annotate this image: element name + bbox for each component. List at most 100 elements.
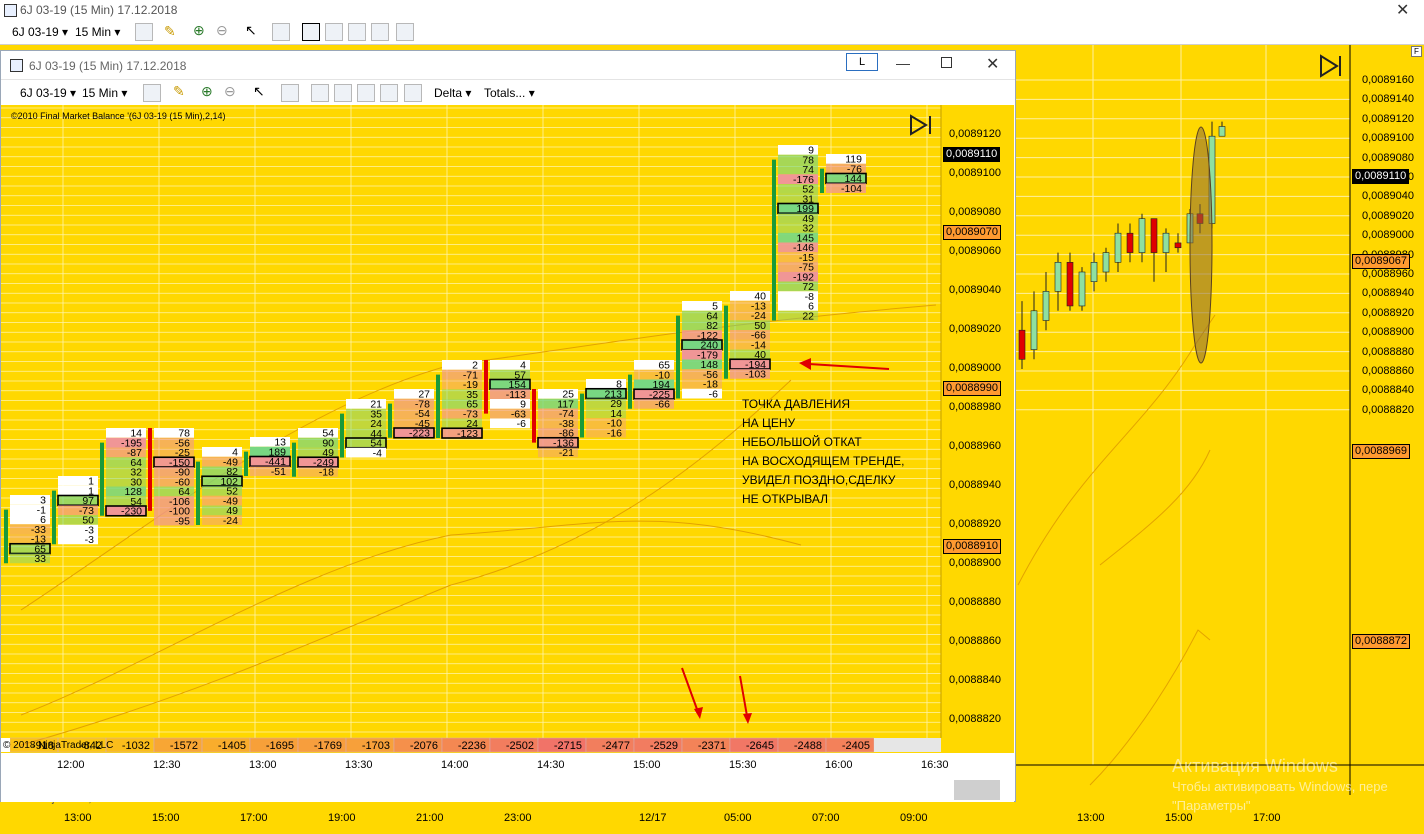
outer-properties-icon[interactable] [396,23,414,41]
close-button[interactable]: ✕ [986,54,999,74]
minimize-button[interactable]: — [896,55,910,71]
inner-current-price-box: 0,0089110 [943,147,1001,162]
outer-zoom-in-icon[interactable]: ⊕ [193,22,205,39]
totals-cell: -2371 [681,737,731,753]
footprint-cell-value: -223 [409,428,430,440]
inner-search-icon[interactable] [281,84,299,102]
outer-draw-pencil-icon[interactable]: ✎ [164,23,176,40]
maximize-button[interactable] [941,57,952,68]
footprint-bar: 549049-249-18 [292,428,339,479]
outer-time-label: 07:00 [812,812,840,824]
footprint-body-strip [196,461,200,525]
outer-price-label: 0,0089100 [1362,132,1414,145]
inner-window-title: 6J 03-19 (15 Min) 17.12.2018 [29,59,187,73]
outer-scroll-right-icon[interactable] [1320,54,1341,78]
outer-zoom-out-icon[interactable]: ⊖ [216,22,228,39]
inner-interval-select[interactable]: 15 Min ▾ [82,86,127,100]
inner-price-label: 0,0088980 [949,401,1001,413]
outer-time-label: 12/17 [639,812,667,824]
inner-price-label: 0,0089080 [949,206,1001,218]
footprint-body-strip [532,389,536,443]
outer-bar-type-icon[interactable] [135,23,153,41]
outer-interval-select[interactable]: 15 Min ▾ [75,25,120,39]
footprint-cell-value: -18 [319,467,334,479]
inner-properties-icon[interactable] [404,84,422,102]
outer-time-label: 09:00 [900,812,928,824]
outer-data-box-icon[interactable] [302,23,320,41]
inner-bar-type-icon[interactable] [143,84,161,102]
footprint-cell-value: 33 [34,553,46,565]
footprint-body-strip [484,360,488,414]
inner-price-label: 0,0088960 [949,440,1001,452]
highlight-ellipse [1189,126,1213,364]
outer-upper-band [1017,314,1216,586]
footprint-bar: 119-76144-104 [820,154,867,195]
delta-select[interactable]: Delta ▾ [434,86,471,100]
outer-candle [1114,223,1122,272]
outer-candle [1150,218,1158,282]
inner-strategies-icon[interactable] [357,84,375,102]
l-button[interactable]: L [846,53,878,71]
footprint-body-strip [676,315,680,399]
inner-dollar-icon[interactable] [380,84,398,102]
outer-candle [1078,267,1086,311]
outer-time-label: 17:00 [1253,812,1281,824]
outer-candle [1042,272,1050,331]
footprint-body-strip [628,374,632,409]
outer-marker-price-box: 0,0088969 [1352,444,1410,459]
totals-cell-value: -2645 [746,740,774,752]
outer-dollar-icon[interactable] [371,23,389,41]
totals-cell: -1769 [297,737,347,753]
f-badge[interactable]: F [1411,46,1422,57]
inner-scrollbar-track[interactable] [1,778,1014,802]
totals-cell-value: -2529 [650,740,678,752]
outer-close-icon[interactable]: ✕ [1396,0,1409,20]
footprint-body-strip [4,509,8,564]
footprint-cell-value: -230 [121,506,142,518]
inner-cursor-icon[interactable]: ↖ [253,83,265,100]
inner-zoom-in-icon[interactable]: ⊕ [201,83,213,100]
inner-scrollbar-thumb[interactable] [954,780,1000,800]
inner-price-label: 0,0088900 [949,557,1001,569]
inner-draw-pencil-icon[interactable]: ✎ [173,83,185,100]
inner-indicators-icon[interactable] [334,84,352,102]
footprint-cell-value: -95 [175,515,190,527]
footprint-cell-value: -104 [841,183,862,195]
outer-cursor-icon[interactable]: ↖ [245,22,257,39]
totals-cell-value: -2405 [842,740,870,752]
outer-price-label: 0,0088880 [1362,345,1414,358]
outer-candle [1018,301,1026,369]
footprint-bar: 2135244454-4 [340,399,387,459]
outer-time-label: 13:00 [1077,812,1105,824]
outer-price-label: 0,0088820 [1362,403,1414,416]
totals-cell: -2529 [633,737,683,753]
outer-time-label: 05:00 [724,812,752,824]
totals-cell-value: -1769 [314,740,342,752]
outer-mid-band [1099,449,1211,566]
outer-candle [1102,247,1110,282]
outer-candle [1090,252,1098,292]
footprint-bar: 27-78-54-45-223 [388,389,435,440]
footprint-cell-value: -123 [457,428,478,440]
footprint-cell-value: -51 [271,466,286,478]
inner-time-label: 15:30 [729,759,757,771]
inner-instrument-select[interactable]: 6J 03-19 ▾ [20,86,76,100]
annotation-line-4: НА ВОСХОДЯЩЕМ ТРЕНДЕ, [742,454,905,468]
inner-time-label: 16:00 [825,759,853,771]
totals-cell: -2715 [537,737,587,753]
outer-search-icon[interactable] [272,23,290,41]
outer-time-label: 19:00 [328,812,356,824]
totals-select[interactable]: Totals... ▾ [484,86,535,100]
inner-title-bar: 6J 03-19 (15 Min) 17.12.2018 L — ✕ [1,51,1015,79]
inner-data-box-icon[interactable] [311,84,329,102]
indicator-label: ©2010 Final Market Balance '(6J 03-19 (1… [11,111,226,121]
chart-app-icon [4,4,17,17]
outer-strategies-icon[interactable] [348,23,366,41]
outer-price-label: 0,0088940 [1362,287,1414,300]
inner-zoom-out-icon[interactable]: ⊖ [224,83,236,100]
outer-instrument-select[interactable]: 6J 03-19 ▾ [12,25,68,39]
outer-indicators-icon[interactable] [325,23,343,41]
footprint-cell-value: -6 [709,388,718,400]
footprint-bar: 65-10194-225-66 [628,360,675,411]
outer-instrument-label: 6J 03-19 [12,25,59,39]
